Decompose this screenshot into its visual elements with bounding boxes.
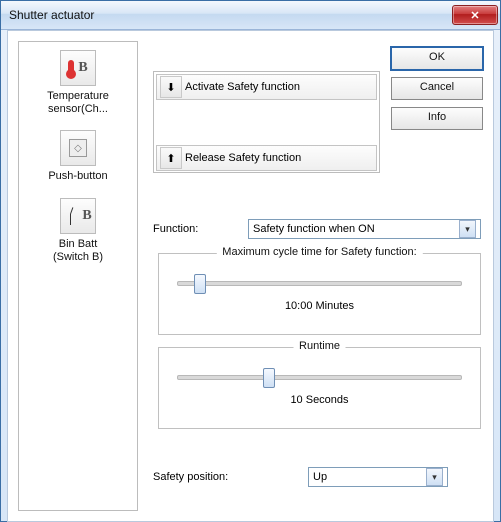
info-button[interactable]: Info xyxy=(391,107,483,130)
max-cycle-slider[interactable] xyxy=(177,272,462,292)
safety-position-select[interactable]: Up ▾ xyxy=(308,467,448,487)
function-select[interactable]: Safety function when ON ▾ xyxy=(248,219,481,239)
activate-safety-row[interactable]: ⬇ Activate Safety function xyxy=(156,74,377,100)
switch-icon: B xyxy=(60,198,96,234)
cancel-button[interactable]: Cancel xyxy=(391,77,483,100)
dialog-buttons: OK Cancel Info xyxy=(391,47,481,137)
list-item-label: Push-button xyxy=(19,170,137,183)
close-button[interactable]: ✕ xyxy=(452,5,498,25)
list-item-label: Bin Batt (Switch B) xyxy=(19,238,137,264)
function-select-value: Safety function when ON xyxy=(253,223,375,235)
chevron-down-icon: ▾ xyxy=(426,468,443,486)
close-icon: ✕ xyxy=(470,9,479,22)
chevron-down-icon: ▾ xyxy=(459,220,476,238)
list-item-label: Temperature sensor(Ch... xyxy=(19,90,137,116)
activate-safety-icon: ⬇ xyxy=(160,76,182,98)
list-item[interactable]: B Temperature sensor(Ch... xyxy=(19,50,137,116)
runtime-value: 10 Seconds xyxy=(159,394,480,406)
ok-button[interactable]: OK xyxy=(391,47,483,70)
client-area: B Temperature sensor(Ch... ◇ Push-button… xyxy=(7,30,494,522)
slider-thumb[interactable] xyxy=(194,274,206,294)
list-item[interactable]: ◇ Push-button xyxy=(19,130,137,183)
push-button-icon: ◇ xyxy=(60,130,96,166)
release-safety-label: Release Safety function xyxy=(185,152,301,164)
window-title: Shutter actuator xyxy=(9,8,452,22)
runtime-legend: Runtime xyxy=(293,340,346,352)
release-safety-icon: ⬆ xyxy=(160,147,182,169)
runtime-group: Runtime 10 Seconds xyxy=(158,347,481,429)
slider-track xyxy=(177,281,462,286)
dialog-window: Shutter actuator ✕ B Temperature sensor(… xyxy=(0,0,501,522)
device-list: B Temperature sensor(Ch... ◇ Push-button… xyxy=(18,41,138,511)
slider-thumb[interactable] xyxy=(263,368,275,388)
safety-position-row: Safety position: Up ▾ xyxy=(153,467,481,487)
max-cycle-value: 10:00 Minutes xyxy=(159,300,480,312)
max-cycle-group: Maximum cycle time for Safety function: … xyxy=(158,253,481,335)
runtime-slider[interactable] xyxy=(177,366,462,386)
title-bar: Shutter actuator ✕ xyxy=(1,1,500,30)
release-safety-row[interactable]: ⬆ Release Safety function xyxy=(156,145,377,171)
function-label: Function: xyxy=(153,223,248,235)
thermometer-icon: B xyxy=(60,50,96,86)
safety-function-list: ⬇ Activate Safety function ⬆ Release Saf… xyxy=(153,71,380,173)
slider-track xyxy=(177,375,462,380)
max-cycle-legend: Maximum cycle time for Safety function: xyxy=(216,246,422,258)
activate-safety-label: Activate Safety function xyxy=(185,81,300,93)
safety-position-label: Safety position: xyxy=(153,471,308,483)
safety-position-value: Up xyxy=(313,471,327,483)
function-row: Function: Safety function when ON ▾ xyxy=(153,219,481,239)
list-item[interactable]: B Bin Batt (Switch B) xyxy=(19,198,137,264)
